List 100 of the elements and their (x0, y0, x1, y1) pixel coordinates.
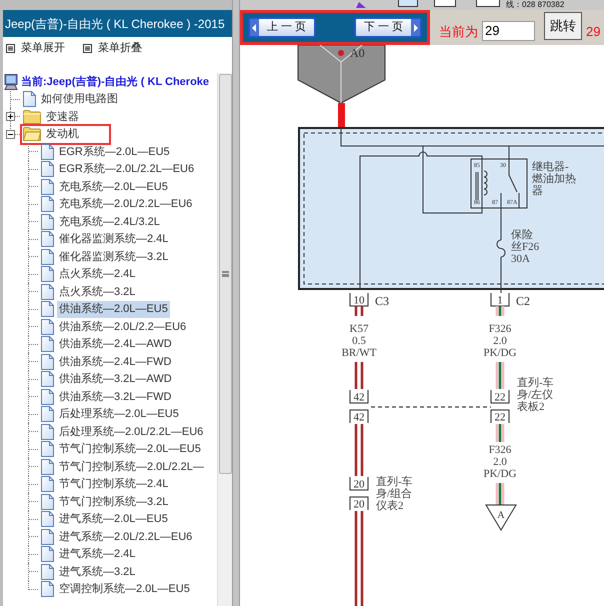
document-icon (41, 371, 54, 388)
tree-item[interactable]: 充电系统—2.0L—EU5 (38, 176, 171, 197)
ground-terminal: A (485, 504, 517, 531)
wire-label: K57 0.5 BR/WT (342, 323, 376, 359)
wire (354, 362, 364, 389)
connector-pin: 22 (490, 390, 510, 404)
tree-item[interactable]: 供油系统—2.4L—FWD (38, 352, 174, 372)
wire-label: F326 2.0 PK/DG (484, 444, 516, 480)
list-icon (6, 44, 15, 52)
tree-item[interactable]: EGR系统—2.0L/2.2L—EU6 (38, 159, 198, 180)
window-title: Jeep(吉普)-自由光 ( KL Cherokee ) -2015 (3, 10, 232, 37)
tree-item[interactable]: 供油系统—3.2L—FWD (38, 386, 174, 407)
document-icon (41, 284, 54, 300)
document-icon (41, 511, 54, 528)
tree-item[interactable]: 充电系统—2.4L/3.2L (38, 212, 163, 232)
tree-item[interactable]: 发动机 (20, 124, 111, 144)
left-arrow-icon (250, 19, 259, 36)
scrollbar-thumb[interactable] (218, 74, 232, 474)
tree-item[interactable]: 催化器监测系统—3.2L (38, 246, 172, 267)
document-icon (41, 196, 54, 212)
connector-pin: 10 (350, 292, 368, 306)
document-icon (41, 336, 54, 352)
document-icon (41, 441, 54, 458)
tree-item[interactable]: 供油系统—2.0L/2.2—EU6 (38, 316, 190, 337)
wire (496, 424, 504, 442)
scrollbar[interactable] (217, 73, 232, 606)
page-input[interactable]: 29 (482, 20, 535, 40)
tree-item[interactable]: 点火系统—3.2L (38, 282, 138, 302)
triangle-icon (356, 2, 366, 8)
connector-label: C2 (516, 294, 530, 308)
connector-label: 直列-车 身/组合 仪表2 (376, 476, 413, 512)
jump-button[interactable]: 跳转 (544, 12, 582, 40)
computer-icon (4, 74, 18, 90)
tree-item[interactable]: 进气系统—2.4L (38, 544, 138, 564)
component-label: A0 (350, 46, 365, 60)
current-page-label: 当前为 (439, 22, 478, 41)
expand-icon[interactable] (6, 112, 15, 122)
fuse-icon (496, 240, 506, 258)
connector-pin: 20 (350, 496, 368, 510)
tree-item[interactable]: 节气门控制系统—3.2L (38, 492, 172, 512)
document-icon (41, 214, 54, 230)
tree-item[interactable]: 变速器 (20, 106, 82, 127)
document-icon (41, 476, 54, 492)
tree-item[interactable]: EGR系统—2.0L—EU5 (38, 142, 173, 162)
document-icon (41, 581, 54, 598)
tree-item[interactable]: 点火系统—2.4L (38, 264, 138, 284)
document-icon (41, 564, 54, 580)
document-icon (41, 318, 54, 335)
coil-icon (476, 170, 488, 200)
toolbar-icon[interactable] (398, 0, 418, 7)
wire (496, 362, 504, 389)
connector-pin: 20 (350, 476, 368, 490)
document-icon (41, 178, 54, 195)
document-icon (41, 424, 54, 440)
wire (338, 103, 345, 128)
previous-page-button[interactable]: 上 一 页 (248, 17, 316, 38)
tree-item[interactable]: 节气门控制系统—2.4L (38, 474, 172, 494)
document-icon (41, 161, 54, 178)
tree-item[interactable]: 进气系统—2.0L—EU5 (38, 509, 171, 530)
tree-item[interactable]: 如何使用电路图 (20, 89, 121, 110)
connector-label: 直列-车 身/左仪 表板2 (517, 377, 554, 413)
right-arrow-icon (411, 19, 420, 36)
document-icon (23, 91, 36, 108)
tree-item[interactable]: 后处理系统—2.0L—EU5 (38, 404, 182, 424)
tree-item[interactable]: 进气系统—3.2L (38, 562, 138, 582)
tree-item[interactable]: 催化器监测系统—2.4L (38, 229, 172, 250)
wire (354, 306, 364, 316)
connector-pin: 22 (490, 410, 510, 424)
tree-root-label[interactable]: 当前:Jeep(吉普)-自由光 ( KL Cheroke (21, 74, 210, 90)
wire-label: F326 2.0 PK/DG (484, 323, 516, 359)
tree-item[interactable]: 后处理系统—2.0L/2.2L—EU6 (38, 422, 206, 442)
wire (496, 483, 504, 505)
document-icon (41, 266, 54, 282)
tree-item[interactable]: 供油系统—3.2L—AWD (38, 369, 175, 390)
document-icon (41, 144, 54, 160)
tree-item[interactable]: 空调控制系统—2.0L—EU5 (38, 579, 193, 600)
wire (496, 306, 504, 316)
menu-button[interactable]: 菜单折叠 (83, 40, 142, 56)
open-folder-icon (23, 127, 41, 142)
document-icon (41, 458, 54, 475)
document-icon (41, 231, 54, 248)
connector-pin: 1 (490, 292, 510, 306)
tree-item[interactable]: 供油系统—2.4L—AWD (38, 334, 175, 354)
document-icon (41, 354, 54, 370)
document-icon (41, 528, 54, 545)
total-pages: 29 (586, 22, 600, 41)
tree-item[interactable]: 进气系统—2.0L/2.2L—EU6 (38, 526, 196, 547)
tree-item[interactable]: 充电系统—2.0L/2.2L—EU6 (38, 194, 196, 214)
next-page-button[interactable]: 下 一 页 (354, 17, 422, 38)
relay-label: 继电器- 燃油加热 器 (532, 161, 576, 197)
document-icon (41, 388, 54, 405)
tree-item[interactable]: 节气门控制系统—2.0L/2.2L— (38, 456, 207, 477)
collapse-icon[interactable] (6, 130, 15, 139)
toolbar-icon[interactable] (434, 0, 456, 7)
tree-item[interactable]: 节气门控制系统—2.0L—EU5 (38, 439, 204, 460)
relay-box (470, 158, 528, 208)
toolbar-icon[interactable] (476, 0, 500, 7)
connector-label: C3 (375, 294, 390, 308)
document-icon (41, 248, 54, 265)
menu-button[interactable]: 菜单展开 (6, 40, 65, 56)
